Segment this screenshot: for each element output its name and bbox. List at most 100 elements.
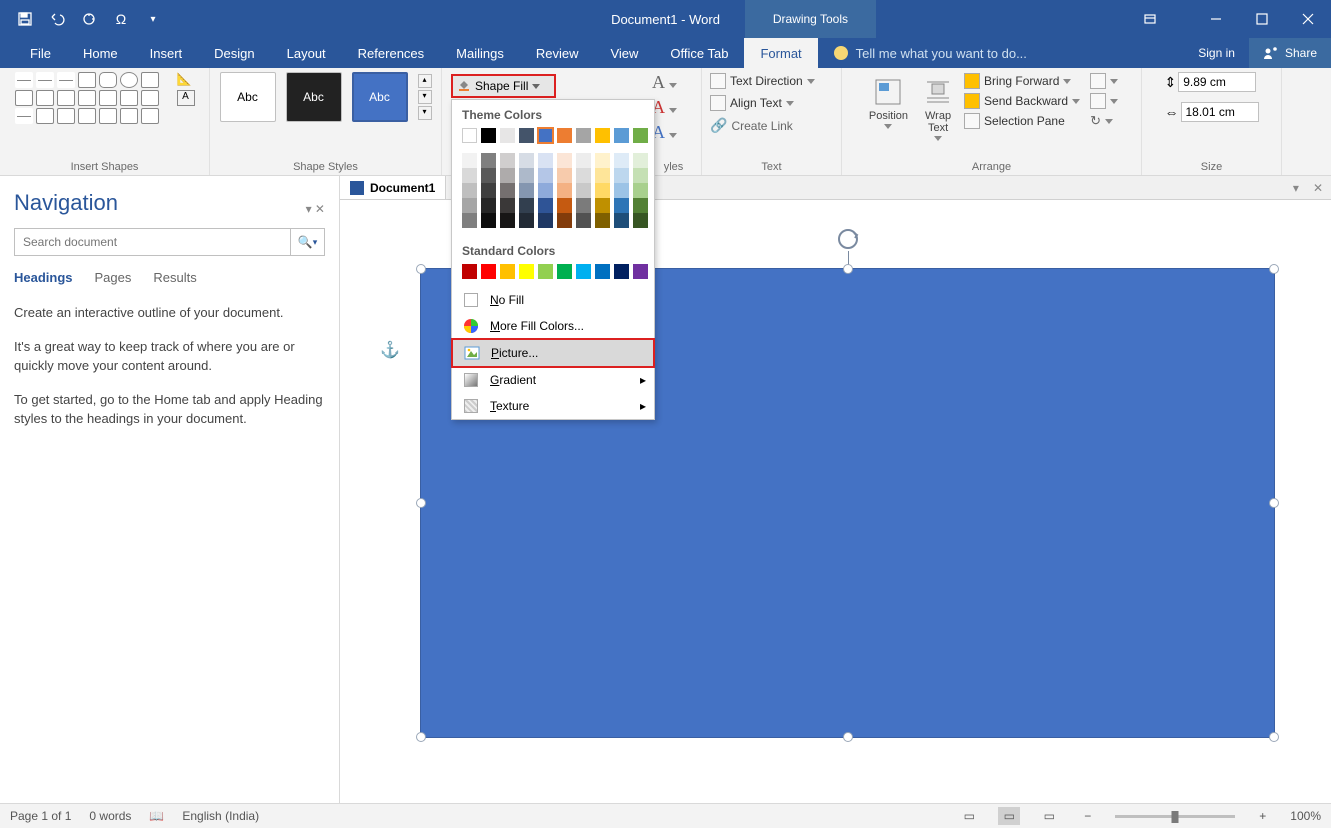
color-swatch[interactable] — [538, 213, 553, 228]
shape-fill-dropdown[interactable]: Shape Fill — [451, 74, 556, 98]
color-swatch[interactable] — [614, 153, 629, 168]
style-scroll-up[interactable]: ▴ — [418, 74, 432, 88]
style-scroll-down[interactable]: ▾ — [418, 90, 432, 104]
nav-tab-headings[interactable]: Headings — [14, 270, 73, 285]
color-swatch[interactable] — [538, 128, 553, 143]
view-read-mode[interactable]: ▭ — [958, 807, 980, 825]
color-swatch[interactable] — [519, 264, 534, 279]
color-swatch[interactable] — [614, 213, 629, 228]
maximize-button[interactable] — [1239, 0, 1285, 38]
tell-me-search[interactable]: Tell me what you want to do... — [818, 38, 1043, 68]
color-swatch[interactable] — [519, 153, 534, 168]
text-direction-button[interactable]: Text Direction — [708, 72, 835, 90]
minimize-button[interactable] — [1193, 0, 1239, 38]
color-swatch[interactable] — [557, 213, 572, 228]
color-swatch[interactable] — [481, 153, 496, 168]
undo-button[interactable] — [44, 6, 70, 32]
color-swatch[interactable] — [519, 213, 534, 228]
color-swatch[interactable] — [576, 198, 591, 213]
color-swatch[interactable] — [538, 183, 553, 198]
search-go-button[interactable]: 🔍▾ — [290, 229, 324, 255]
redo-button[interactable] — [76, 6, 102, 32]
qat-customize[interactable]: ▾ — [140, 6, 166, 32]
color-swatch[interactable] — [557, 198, 572, 213]
rotate-button[interactable]: ↻ — [1088, 112, 1120, 130]
texture-fill-item[interactable]: Texture▸ — [452, 393, 654, 419]
color-swatch[interactable] — [557, 128, 572, 143]
no-fill-item[interactable]: No Fill — [452, 287, 654, 313]
color-swatch[interactable] — [614, 168, 629, 183]
color-swatch[interactable] — [500, 183, 515, 198]
close-button[interactable] — [1285, 0, 1331, 38]
status-proofing-icon[interactable]: 📖 — [149, 809, 164, 823]
color-swatch[interactable] — [557, 168, 572, 183]
color-swatch[interactable] — [595, 264, 610, 279]
resize-handle[interactable] — [1269, 264, 1279, 274]
text-box-icon[interactable]: A — [177, 90, 195, 106]
color-swatch[interactable] — [481, 128, 496, 143]
color-swatch[interactable] — [519, 183, 534, 198]
color-swatch[interactable] — [462, 128, 477, 143]
color-swatch[interactable] — [481, 168, 496, 183]
position-button[interactable]: Position — [863, 72, 914, 133]
edit-shape-icon[interactable]: 📐 — [177, 72, 192, 88]
status-language[interactable]: English (India) — [182, 809, 259, 823]
color-swatch[interactable] — [633, 168, 648, 183]
style-preset-1[interactable]: Abc — [220, 72, 276, 122]
color-swatch[interactable] — [500, 213, 515, 228]
color-swatch[interactable] — [500, 153, 515, 168]
save-button[interactable] — [12, 6, 38, 32]
color-swatch[interactable] — [462, 198, 477, 213]
text-outline-icon[interactable]: A — [652, 97, 677, 118]
color-swatch[interactable] — [500, 128, 515, 143]
status-words[interactable]: 0 words — [89, 809, 131, 823]
tab-format[interactable]: Format — [744, 38, 817, 68]
color-swatch[interactable] — [500, 198, 515, 213]
tab-layout[interactable]: Layout — [271, 38, 342, 68]
ribbon-display-button[interactable] — [1127, 0, 1173, 38]
color-swatch[interactable] — [633, 153, 648, 168]
create-link-button[interactable]: 🔗Create Link — [708, 116, 835, 135]
omega-button[interactable]: Ω — [108, 6, 134, 32]
resize-handle[interactable] — [1269, 732, 1279, 742]
status-page[interactable]: Page 1 of 1 — [10, 809, 71, 823]
color-swatch[interactable] — [538, 264, 553, 279]
align-button[interactable] — [1088, 72, 1120, 90]
color-swatch[interactable] — [633, 213, 648, 228]
color-swatch[interactable] — [595, 183, 610, 198]
zoom-level[interactable]: 100% — [1290, 809, 1321, 823]
send-backward-button[interactable]: Send Backward — [962, 92, 1082, 110]
color-swatch[interactable] — [633, 264, 648, 279]
color-swatch[interactable] — [462, 168, 477, 183]
shape-width-input[interactable]: ⇔18.01 cm — [1165, 102, 1259, 122]
color-swatch[interactable] — [595, 153, 610, 168]
zoom-out-button[interactable]: − — [1078, 809, 1097, 823]
view-web-layout[interactable]: ▭ — [1038, 807, 1060, 825]
rotate-handle[interactable] — [836, 227, 860, 251]
color-swatch[interactable] — [462, 264, 477, 279]
search-input[interactable] — [15, 229, 290, 255]
color-swatch[interactable] — [614, 264, 629, 279]
color-swatch[interactable] — [500, 264, 515, 279]
resize-handle[interactable] — [843, 264, 853, 274]
wrap-text-button[interactable]: Wrap Text — [916, 72, 960, 145]
resize-handle[interactable] — [1269, 498, 1279, 508]
gradient-fill-item[interactable]: Gradient▸ — [452, 367, 654, 393]
bring-forward-button[interactable]: Bring Forward — [962, 72, 1082, 90]
sign-in-link[interactable]: Sign in — [1184, 38, 1249, 68]
color-swatch[interactable] — [481, 183, 496, 198]
document-tab[interactable]: Document1 — [340, 176, 446, 199]
color-swatch[interactable] — [557, 264, 572, 279]
tab-insert[interactable]: Insert — [134, 38, 199, 68]
tab-office-tab[interactable]: Office Tab — [654, 38, 744, 68]
color-swatch[interactable] — [576, 183, 591, 198]
color-swatch[interactable] — [481, 213, 496, 228]
color-swatch[interactable] — [614, 183, 629, 198]
color-swatch[interactable] — [614, 198, 629, 213]
nav-pane-options[interactable]: ▾ ✕ — [306, 202, 325, 216]
shape-height-input[interactable]: ⇕9.89 cm — [1165, 72, 1259, 92]
text-fill-icon[interactable]: A — [652, 72, 677, 93]
style-preset-3[interactable]: Abc — [352, 72, 408, 122]
zoom-slider[interactable] — [1115, 815, 1235, 818]
selection-pane-button[interactable]: Selection Pane — [962, 112, 1082, 130]
